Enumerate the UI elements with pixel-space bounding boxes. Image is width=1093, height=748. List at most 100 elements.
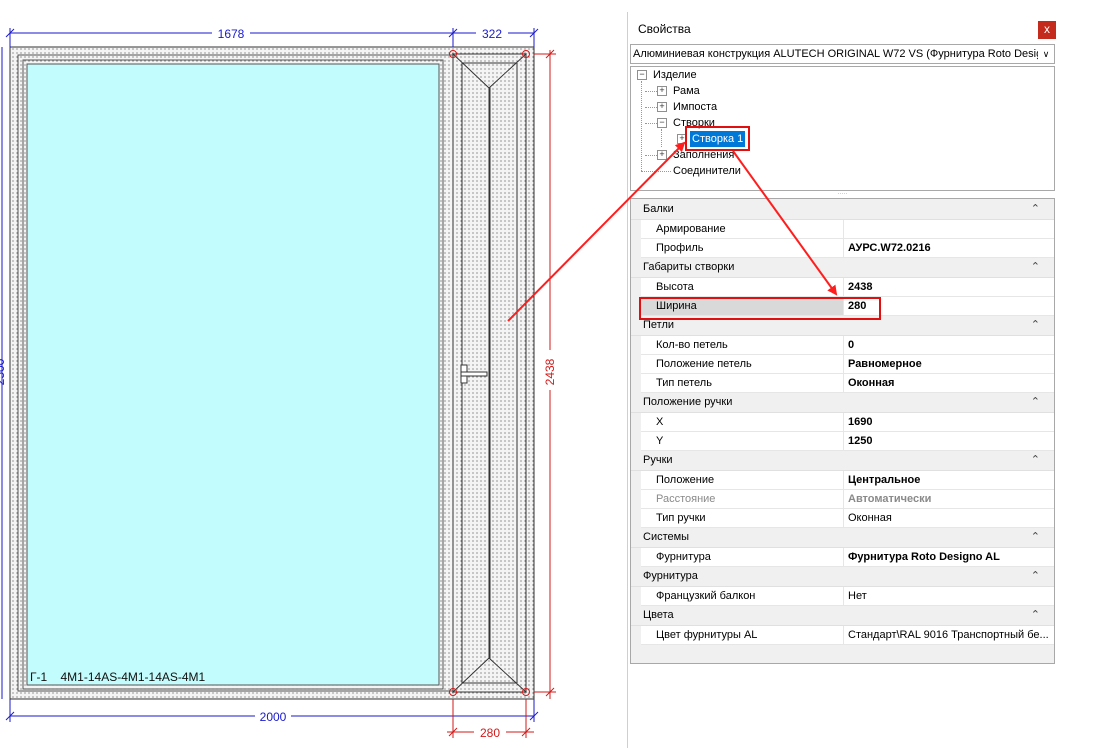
property-row[interactable]: X 1690 (641, 413, 1054, 432)
glass-label: Г-1 4M1-14AS-4M1-14AS-4M1 (30, 670, 206, 684)
property-value[interactable]: 2438 (845, 278, 1054, 296)
expand-icon[interactable]: + (657, 150, 667, 160)
property-name: Тип ручки (641, 509, 844, 527)
property-row[interactable]: Положение Центральное (641, 471, 1054, 490)
dim-left-height: 2500 (0, 358, 7, 385)
property-row[interactable]: Положение петель Равномерное (641, 355, 1054, 374)
property-value[interactable]: 1690 (845, 413, 1054, 431)
collapse-icon[interactable]: − (637, 70, 647, 80)
fixed-glass (26, 63, 440, 686)
tree-node-label: Заполнения (673, 149, 735, 161)
category-row[interactable]: Петли ⌃ (631, 316, 1054, 336)
properties-panel: Свойства x Алюминиевая конструкция ALUTE… (627, 12, 1058, 748)
collapse-chevron-icon[interactable]: ⌃ (1031, 260, 1040, 273)
property-value[interactable]: Равномерное (845, 355, 1054, 373)
property-name: Фурнитура (641, 548, 844, 566)
property-value[interactable]: Автоматически (845, 490, 1054, 508)
chevron-down-icon[interactable]: ∨ (1038, 45, 1054, 63)
property-value[interactable]: АУРС.W72.0216 (845, 239, 1054, 257)
property-value[interactable]: 280 (845, 297, 1054, 315)
property-name: Y (641, 432, 844, 450)
property-name: X (641, 413, 844, 431)
category-label: Положение ручки (643, 396, 733, 408)
property-row[interactable]: Высота 2438 (641, 278, 1054, 297)
category-row[interactable]: Ручки ⌃ (631, 451, 1054, 471)
property-row[interactable]: Тип ручки Оконная (641, 509, 1054, 528)
panel-header: Свойства x (628, 12, 1058, 44)
collapse-chevron-icon[interactable]: ⌃ (1031, 202, 1040, 215)
category-label: Петли (643, 319, 675, 331)
property-name: Цвет фурнитуры AL (641, 626, 844, 644)
tree-node-label: Импоста (673, 101, 718, 113)
category-row[interactable]: Балки ⌃ (631, 200, 1054, 220)
collapse-chevron-icon[interactable]: ⌃ (1031, 569, 1040, 582)
property-row[interactable]: Армирование (641, 220, 1054, 239)
category-row[interactable]: Габариты створки ⌃ (631, 258, 1054, 278)
category-row[interactable]: Положение ручки ⌃ (631, 393, 1054, 413)
window-drawing-canvas[interactable]: 1678 322 2000 280 2438 2500 Г-1 4M1-14AS… (0, 0, 600, 748)
property-row[interactable]: Кол-во петель 0 (641, 336, 1054, 355)
property-name: Тип петель (641, 374, 844, 392)
dim-bottom-sash: 280 (480, 726, 500, 740)
property-value[interactable] (845, 220, 1054, 238)
property-row[interactable]: Расстояние Автоматически (641, 490, 1054, 509)
collapse-chevron-icon[interactable]: ⌃ (1031, 395, 1040, 408)
expand-icon[interactable]: + (657, 86, 667, 96)
dim-top-right: 322 (482, 27, 502, 41)
collapse-chevron-icon[interactable]: ⌃ (1031, 608, 1040, 621)
category-label: Балки (643, 203, 674, 215)
property-name: Армирование (641, 220, 844, 238)
panel-title: Свойства (638, 22, 691, 36)
window-drawing: 1678 322 2000 280 2438 2500 Г-1 4M1-14AS… (0, 26, 557, 740)
property-value[interactable]: Фурнитура Roto Designo AL (845, 548, 1054, 566)
collapse-chevron-icon[interactable]: ⌃ (1031, 318, 1040, 331)
top-dimension-lines (5, 28, 539, 47)
property-row[interactable]: Y 1250 (641, 432, 1054, 451)
property-name: Французкий балкон (641, 587, 844, 605)
tree-node-label: Створки (673, 117, 715, 129)
category-label: Системы (643, 531, 690, 543)
category-row[interactable]: Цвета ⌃ (631, 606, 1054, 626)
property-row[interactable]: Французкий балкон Нет (641, 587, 1054, 606)
property-value[interactable]: 1250 (845, 432, 1054, 450)
property-value[interactable]: Оконная (845, 374, 1054, 392)
property-name: Профиль (641, 239, 844, 257)
object-select-value: Алюминиевая конструкция ALUTECH ORIGINAL… (633, 48, 1055, 60)
property-name: Расстояние (641, 490, 844, 508)
dim-right-height: 2438 (543, 358, 557, 385)
dim-top-left: 1678 (218, 27, 245, 41)
category-row[interactable]: Фурнитура ⌃ (631, 567, 1054, 587)
property-name: Положение (641, 471, 844, 489)
object-tree: − Изделие + Рама + Импоста − Створки + С… (630, 66, 1055, 191)
close-button[interactable]: x (1038, 21, 1056, 39)
tree-node-label: Соединители (673, 165, 741, 177)
category-row[interactable]: Системы ⌃ (631, 528, 1054, 548)
collapse-chevron-icon[interactable]: ⌃ (1031, 453, 1040, 466)
category-label: Ручки (643, 454, 673, 466)
property-name: Кол-во петель (641, 336, 844, 354)
property-row[interactable]: Тип петель Оконная (641, 374, 1054, 393)
collapse-chevron-icon[interactable]: ⌃ (1031, 530, 1040, 543)
property-grid: Балки ⌃ Армирование Профиль АУРС.W72.0216 Габ… (630, 198, 1055, 664)
category-label: Фурнитура (643, 570, 698, 582)
category-label: Габариты створки (643, 261, 735, 273)
property-row[interactable]: Цвет фурнитуры AL Стандарт\RAL 9016 Транс… (641, 626, 1054, 645)
property-row[interactable]: Ширина 280 (641, 297, 1054, 316)
property-name: Высота (641, 278, 844, 296)
property-value[interactable]: Центральное (845, 471, 1054, 489)
dim-bottom-total: 2000 (260, 710, 287, 724)
object-select-dropdown[interactable]: Алюминиевая конструкция ALUTECH ORIGINAL… (630, 44, 1055, 64)
property-name: Положение петель (641, 355, 844, 373)
tree-node-label: Изделие (653, 69, 697, 81)
panel-splitter[interactable]: ····· (630, 191, 1055, 197)
property-value[interactable]: 0 (845, 336, 1054, 354)
expand-icon[interactable]: + (677, 134, 687, 144)
property-row[interactable]: Фурнитура Фурнитура Roto Designo AL (641, 548, 1054, 567)
property-value[interactable]: Нет (845, 587, 1054, 605)
property-value[interactable]: Оконная (845, 509, 1054, 527)
property-row[interactable]: Профиль АУРС.W72.0216 (641, 239, 1054, 258)
collapse-icon[interactable]: − (657, 118, 667, 128)
tree-node-label: Створка 1 (690, 131, 746, 147)
property-value[interactable]: Стандарт\RAL 9016 Транспортный бе... (845, 626, 1054, 644)
expand-icon[interactable]: + (657, 102, 667, 112)
